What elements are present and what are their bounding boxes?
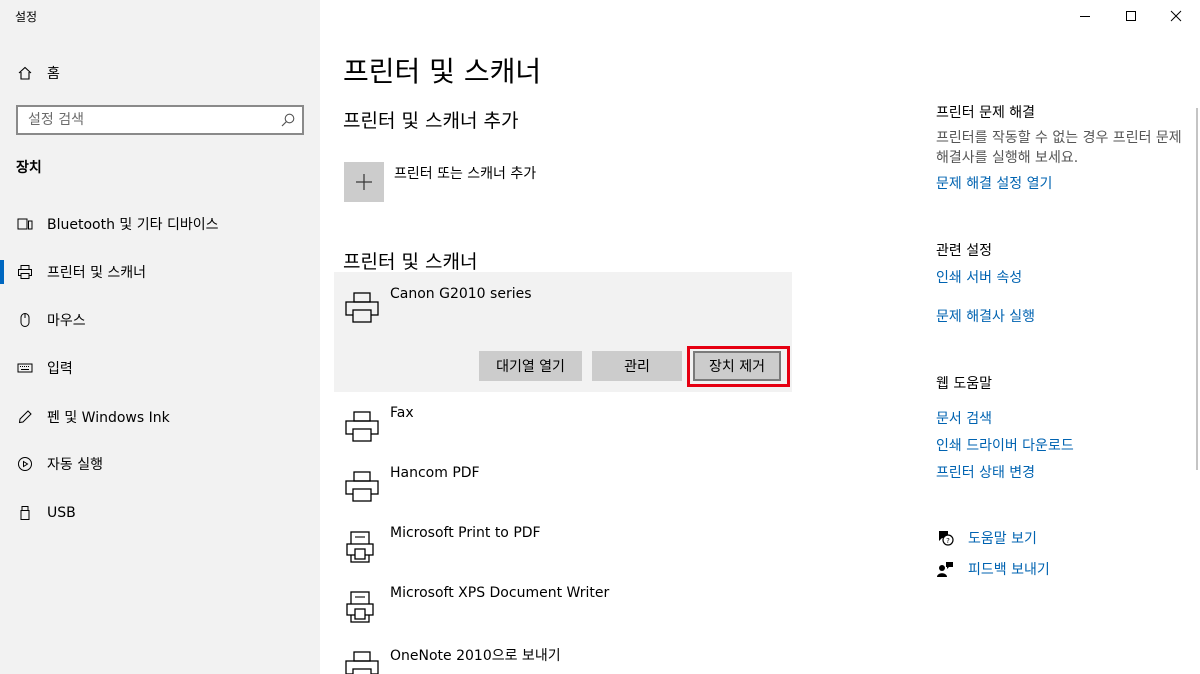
troubleshoot-heading: 프린터 문제 해결 <box>936 105 1036 121</box>
section-heading-devices: 장치 <box>16 160 42 176</box>
sidebar-item-label: 펜 및 Windows Ink <box>47 410 170 426</box>
keyboard-icon <box>17 363 33 373</box>
svg-text:?: ? <box>946 537 950 545</box>
sidebar: 설정 홈 장치 Bluetooth 및 기타 디바이스 프 <box>0 0 320 674</box>
device-name: Microsoft XPS Document Writer <box>390 585 610 601</box>
feedback-icon <box>937 562 953 577</box>
give-feedback-label: 피드백 보내기 <box>968 562 1050 578</box>
device-name: Fax <box>390 405 414 421</box>
printer-icon <box>345 292 379 323</box>
run-troubleshooter-link[interactable]: 문제 해결사 실행 <box>936 306 1035 326</box>
get-help-label: 도움말 보기 <box>968 531 1037 547</box>
give-feedback-link[interactable]: 피드백 보내기 <box>936 559 1050 579</box>
download-driver-link[interactable]: 인쇄 드라이버 다운로드 <box>936 435 1074 455</box>
printer-icon <box>345 411 379 442</box>
search-docs-link[interactable]: 문서 검색 <box>936 408 992 428</box>
sidebar-item-label: 자동 실행 <box>47 457 103 473</box>
sidebar-item-autoplay[interactable]: 자동 실행 <box>0 444 320 484</box>
print-server-properties-link[interactable]: 인쇄 서버 속성 <box>936 267 1022 287</box>
autoplay-icon <box>18 457 32 471</box>
device-name: OneNote 2010으로 보내기 <box>390 648 561 664</box>
sidebar-item-label: 프린터 및 스캐너 <box>47 265 147 281</box>
search-input[interactable] <box>18 107 268 133</box>
device-row[interactable]: Hancom PDF <box>344 461 784 505</box>
sidebar-item-label: Bluetooth 및 기타 디바이스 <box>47 217 219 233</box>
sidebar-item-usb[interactable]: USB <box>0 493 320 533</box>
device-name: Canon G2010 series <box>390 286 532 302</box>
help-chat-icon: ? <box>939 531 954 546</box>
device-row[interactable]: Fax <box>344 401 784 445</box>
close-button[interactable] <box>1153 0 1199 32</box>
printer-icon <box>18 265 32 279</box>
related-settings-heading: 관련 설정 <box>936 243 992 259</box>
pen-icon <box>18 410 32 424</box>
add-printer-label[interactable]: 프린터 또는 스캐너 추가 <box>394 163 536 183</box>
add-section-heading: 프린터 및 스캐너 추가 <box>343 110 519 132</box>
troubleshoot-description: 프린터를 작동할 수 없는 경우 프린터 문제 해결사를 실행해 보세요. <box>936 130 1182 166</box>
home-label: 홈 <box>47 66 60 82</box>
open-troubleshoot-link[interactable]: 문제 해결 설정 열기 <box>936 173 1052 193</box>
search-icon[interactable] <box>280 112 296 128</box>
list-heading: 프린터 및 스캐너 <box>343 251 478 273</box>
sidebar-item-label: 입력 <box>47 361 73 377</box>
pdf-printer-icon <box>346 531 374 563</box>
add-printer-button[interactable] <box>344 162 384 202</box>
open-queue-button[interactable]: 대기열 열기 <box>479 351 582 381</box>
remove-device-button[interactable]: 장치 제거 <box>693 351 781 381</box>
printer-icon <box>345 651 379 674</box>
page-title: 프린터 및 스캐너 <box>343 55 542 88</box>
sidebar-item-label: USB <box>47 505 76 521</box>
device-row[interactable]: OneNote 2010으로 보내기 <box>344 641 784 674</box>
minimize-icon <box>1080 16 1090 17</box>
device-name: Microsoft Print to PDF <box>390 525 541 541</box>
sidebar-item-pen[interactable]: 펜 및 Windows Ink <box>0 397 320 437</box>
minimize-button[interactable] <box>1062 0 1108 32</box>
mouse-icon <box>20 313 30 327</box>
device-row[interactable]: Canon G2010 series <box>344 282 784 326</box>
sidebar-item-bluetooth[interactable]: Bluetooth 및 기타 디바이스 <box>0 204 320 244</box>
search-box[interactable] <box>16 105 304 135</box>
home-nav-item[interactable]: 홈 <box>17 63 60 83</box>
maximize-button[interactable] <box>1108 0 1154 32</box>
usb-icon <box>20 506 30 520</box>
window-title: 설정 <box>15 10 38 24</box>
change-printer-status-link[interactable]: 프린터 상태 변경 <box>936 462 1035 482</box>
get-help-link[interactable]: ? 도움말 보기 <box>936 528 1037 548</box>
pdf-printer-icon <box>346 591 374 623</box>
sidebar-item-printers[interactable]: 프린터 및 스캐너 <box>0 252 320 292</box>
home-icon <box>18 66 32 80</box>
manage-button[interactable]: 관리 <box>592 351 682 381</box>
device-row[interactable]: Microsoft XPS Document Writer <box>344 581 784 625</box>
web-help-heading: 웹 도움말 <box>936 376 992 392</box>
maximize-icon <box>1126 11 1136 21</box>
device-row[interactable]: Microsoft Print to PDF <box>344 521 784 565</box>
sidebar-item-mouse[interactable]: 마우스 <box>0 300 320 340</box>
printer-icon <box>345 471 379 502</box>
devices-icon <box>17 218 33 230</box>
plus-icon <box>356 174 372 190</box>
scrollbar[interactable] <box>1196 108 1198 470</box>
device-name: Hancom PDF <box>390 465 480 481</box>
sidebar-item-typing[interactable]: 입력 <box>0 348 320 388</box>
close-icon <box>1170 10 1182 22</box>
sidebar-item-label: 마우스 <box>47 313 86 329</box>
